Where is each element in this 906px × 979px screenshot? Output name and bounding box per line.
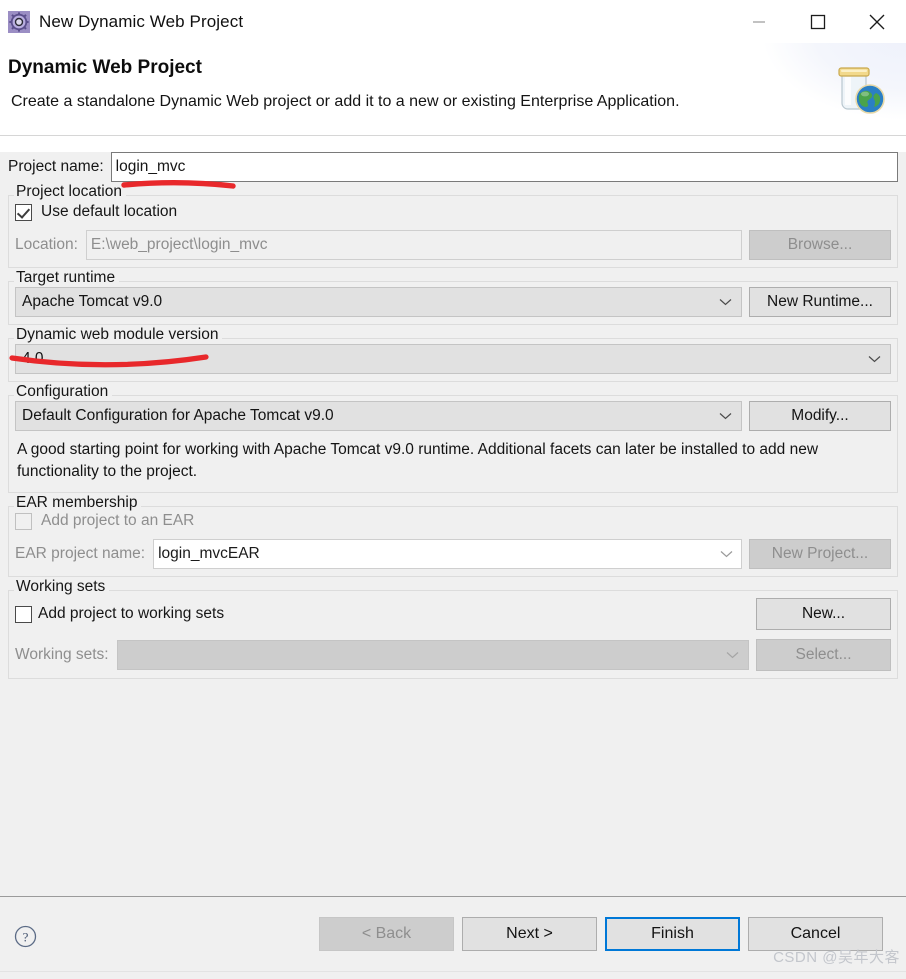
new-working-set-button[interactable]: New...: [756, 598, 891, 630]
wizard-banner: Dynamic Web Project Create a standalone …: [0, 43, 906, 135]
wizard-page-content: Project name: Project location Use defau…: [0, 152, 906, 896]
target-runtime-combo[interactable]: Apache Tomcat v9.0: [15, 287, 742, 317]
browse-button[interactable]: Browse...: [749, 230, 891, 260]
project-name-row: Project name:: [8, 152, 898, 182]
configuration-group: Configuration Default Configuration for …: [8, 383, 898, 493]
target-runtime-group: Target runtime Apache Tomcat v9.0 New Ru…: [8, 269, 898, 325]
add-to-ear-label: Add project to an EAR: [41, 512, 195, 529]
jar-globe-icon: [826, 61, 888, 121]
page-title: Dynamic Web Project: [8, 57, 202, 78]
modify-button[interactable]: Modify...: [749, 401, 891, 431]
chevron-down-icon: [720, 540, 733, 568]
ear-project-name-value: login_mvcEAR: [158, 545, 260, 562]
window-titlebar: New Dynamic Web Project: [0, 0, 906, 43]
maximize-button[interactable]: [788, 0, 847, 43]
svg-text:?: ?: [23, 930, 29, 945]
configuration-value: Default Configuration for Apache Tomcat …: [22, 407, 334, 424]
dialog-bottom-edge: [0, 971, 906, 979]
window-title: New Dynamic Web Project: [39, 11, 244, 31]
configuration-combo[interactable]: Default Configuration for Apache Tomcat …: [15, 401, 742, 431]
gear-icon: [8, 10, 30, 33]
location-row: Location: E:\web_project\login_mvc Brows…: [15, 230, 891, 260]
close-button[interactable]: [847, 0, 906, 43]
working-sets-combo[interactable]: [116, 640, 749, 670]
chevron-down-icon: [868, 350, 881, 368]
module-version-group: Dynamic web module version 4.0: [8, 326, 898, 382]
configuration-description: A good starting point for working with A…: [17, 441, 819, 480]
help-circle-icon[interactable]: ?: [14, 925, 37, 948]
page-subtitle: Create a standalone Dynamic Web project …: [11, 93, 680, 110]
minimize-button[interactable]: [729, 0, 788, 43]
select-working-set-button[interactable]: Select...: [756, 639, 891, 671]
project-location-group-title: Project location: [14, 183, 126, 201]
chevron-down-icon: [726, 646, 739, 664]
finish-button[interactable]: Finish: [605, 917, 740, 951]
csdn-watermark: CSDN @吴年大客: [773, 949, 900, 966]
working-sets-row: Working sets: Select...: [15, 639, 891, 671]
project-name-input[interactable]: [110, 152, 898, 182]
back-button[interactable]: < Back: [319, 917, 454, 951]
target-runtime-row: Apache Tomcat v9.0 New Runtime...: [15, 287, 891, 317]
new-runtime-button[interactable]: New Runtime...: [749, 287, 891, 317]
ear-project-name-row: EAR project name: login_mvcEAR New Proje…: [15, 539, 891, 569]
window-controls: [729, 0, 906, 43]
chevron-down-icon: [719, 407, 732, 425]
dialog-footer: ? < Back Next > Finish Cancel CSDN @吴年大客: [0, 897, 906, 979]
project-name-label: Project name:: [8, 158, 104, 175]
module-version-group-title: Dynamic web module version: [14, 326, 223, 344]
ear-project-name-label: EAR project name:: [15, 545, 146, 562]
target-runtime-value: Apache Tomcat v9.0: [22, 293, 163, 310]
configuration-group-title: Configuration: [14, 383, 113, 401]
ear-project-name-input[interactable]: login_mvcEAR: [153, 539, 742, 569]
new-ear-project-button[interactable]: New Project...: [749, 539, 891, 569]
location-label: Location:: [15, 236, 78, 253]
use-default-location-checkbox[interactable]: [15, 203, 32, 221]
add-to-ear-row[interactable]: Add project to an EAR: [15, 512, 891, 530]
location-input[interactable]: E:\web_project\login_mvc: [85, 230, 742, 260]
configuration-row: Default Configuration for Apache Tomcat …: [15, 401, 891, 431]
add-to-working-sets-row: Add project to working sets New...: [15, 598, 891, 630]
working-sets-group: Working sets Add project to working sets…: [8, 578, 898, 679]
target-runtime-group-title: Target runtime: [14, 269, 120, 287]
ear-membership-group: EAR membership Add project to an EAR EAR…: [8, 494, 898, 577]
header-separator: [0, 135, 906, 136]
module-version-value: 4.0: [22, 350, 44, 367]
add-to-working-sets-label: Add project to working sets: [38, 605, 225, 622]
add-to-ear-checkbox[interactable]: [15, 512, 32, 530]
working-sets-group-title: Working sets: [14, 578, 110, 596]
module-version-combo[interactable]: 4.0: [15, 344, 891, 374]
use-default-location-row[interactable]: Use default location: [15, 203, 891, 221]
use-default-location-label: Use default location: [41, 203, 178, 220]
project-location-group: Project location Use default location Lo…: [8, 183, 898, 268]
working-sets-label: Working sets:: [15, 646, 109, 663]
add-to-working-sets-checkbox[interactable]: [15, 605, 32, 623]
next-button[interactable]: Next >: [462, 917, 597, 951]
ear-membership-group-title: EAR membership: [14, 494, 142, 512]
chevron-down-icon: [719, 293, 732, 311]
